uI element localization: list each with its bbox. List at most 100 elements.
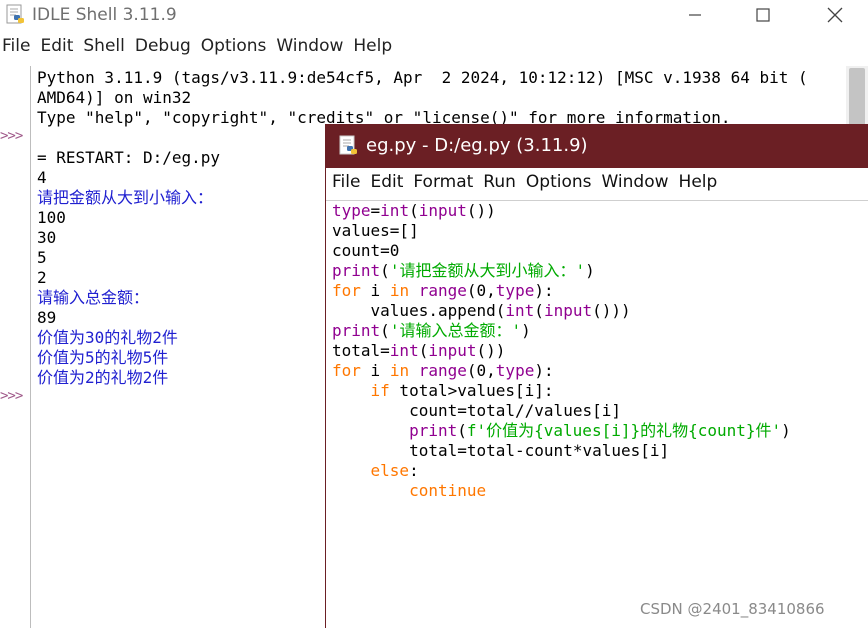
code-token: for (332, 281, 361, 300)
code-line: count=0 (332, 241, 791, 261)
code-token: print (409, 421, 458, 440)
code-line: values.append(int(input())) (332, 301, 791, 321)
code-token: count=0 (332, 241, 400, 260)
editor-window: eg.py - D:/eg.py (3.11.9) File Edit Form… (325, 124, 868, 628)
code-token: i (360, 281, 390, 300)
editor-window-title: eg.py - D:/eg.py (3.11.9) (366, 135, 588, 156)
code-token: input (418, 201, 467, 220)
code-line: total=int(input()) (332, 341, 791, 361)
code-token: input (543, 301, 593, 320)
code-token: : (409, 461, 419, 480)
code-token: ( (409, 201, 419, 220)
code-line: if total>values[i]: (332, 381, 791, 401)
code-line: else: (332, 461, 791, 481)
code-token: ( (418, 341, 429, 360)
code-token: print (332, 261, 381, 280)
editor-menu-run[interactable]: Run (483, 172, 516, 198)
shell-menu-help[interactable]: Help (353, 36, 392, 62)
code-line: type=int(input()) (332, 201, 791, 221)
code-token: total=total-count*values[i] (332, 441, 670, 460)
code-token: ())) (592, 301, 631, 320)
minimize-icon[interactable] (672, 0, 718, 30)
editor-menubar: File Edit Format Run Options Window Help (332, 172, 727, 198)
shell-menu-window[interactable]: Window (276, 36, 343, 62)
editor-menu-help[interactable]: Help (679, 172, 718, 198)
editor-menu-edit[interactable]: Edit (370, 172, 403, 198)
code-editor-area[interactable]: type=int(input()) values=[] count=0 print('… (332, 201, 791, 501)
code-token: else (370, 461, 410, 480)
code-token: int (505, 301, 535, 320)
code-token: ( (380, 321, 390, 340)
python-file-icon (338, 135, 360, 157)
editor-menu-file[interactable]: File (332, 172, 360, 198)
code-token: ( (380, 261, 390, 280)
shell-prompt: >>> (0, 128, 23, 144)
shell-output-line: Python 3.11.9 (tags/v3.11.9:de54cf5, Apr… (37, 68, 808, 87)
watermark: CSDN @2401_83410866 (640, 600, 825, 618)
code-line: values=[] (332, 221, 791, 241)
code-line: print(f'价值为{values[i]}的礼物{count}件') (332, 421, 791, 441)
code-token: continue (409, 481, 487, 500)
code-token: values=[] (332, 221, 419, 240)
shell-menu-file[interactable]: File (2, 36, 30, 62)
shell-titlebar[interactable]: IDLE Shell 3.11.9 (0, 0, 868, 30)
code-token: f'价值为{values[i]}的礼物{count}件' (466, 421, 782, 440)
shell-window-title: IDLE Shell 3.11.9 (32, 5, 177, 25)
code-token: ( (534, 301, 544, 320)
code-token: in (389, 281, 410, 300)
code-token: total= (332, 341, 390, 360)
shell-menubar: File Edit Shell Debug Options Window Hel… (0, 36, 402, 62)
code-token: '请输入总金额：' (389, 321, 522, 340)
editor-titlebar[interactable]: eg.py - D:/eg.py (3.11.9) (326, 124, 868, 168)
code-token: ( (457, 421, 467, 440)
code-token: ) (585, 261, 595, 280)
code-line: for i in range(0,type): (332, 281, 791, 301)
code-token: (0, (466, 281, 496, 300)
prompt-gutter (0, 66, 31, 628)
code-token: total>values[i]: (389, 381, 554, 400)
shell-menu-edit[interactable]: Edit (40, 36, 73, 62)
code-token: in (389, 361, 410, 380)
code-token: type (495, 281, 535, 300)
maximize-icon[interactable] (740, 0, 786, 30)
code-token: ()) (466, 201, 496, 220)
code-token: type (332, 201, 371, 220)
shell-menu-debug[interactable]: Debug (135, 36, 191, 62)
editor-menu-window[interactable]: Window (602, 172, 669, 198)
editor-menu-options[interactable]: Options (526, 172, 592, 198)
code-token: print (332, 321, 381, 340)
code-token: = (370, 201, 381, 220)
code-token: ): (534, 361, 554, 380)
editor-menu-format[interactable]: Format (413, 172, 473, 198)
code-token: int (389, 341, 419, 360)
code-token: ): (534, 281, 554, 300)
code-line: for i in range(0,type): (332, 361, 791, 381)
code-token: '请把金额从大到小输入：' (389, 261, 586, 280)
code-line: continue (332, 481, 791, 501)
code-line: count=total//values[i] (332, 401, 791, 421)
code-token: for (332, 361, 361, 380)
code-token: (0, (466, 361, 496, 380)
shell-prompt: >>> (0, 388, 23, 404)
shell-scrollbar-thumb[interactable] (849, 68, 865, 128)
close-icon[interactable] (812, 0, 858, 30)
code-line: print('请输入总金额：') (332, 321, 791, 341)
code-token: ) (521, 321, 531, 340)
code-line: print('请把金额从大到小输入：') (332, 261, 791, 281)
shell-menu-options[interactable]: Options (201, 36, 267, 62)
code-line: total=total-count*values[i] (332, 441, 791, 461)
shell-menu-shell[interactable]: Shell (83, 36, 124, 62)
code-token: values.append( (332, 301, 506, 320)
code-token: i (360, 361, 390, 380)
code-token: ()) (476, 341, 506, 360)
python-idle-icon (5, 4, 27, 26)
shell-output-line: AMD64)] on win32 (37, 88, 192, 107)
code-token: type (495, 361, 535, 380)
code-token: range (418, 361, 467, 380)
code-token: input (428, 341, 477, 360)
